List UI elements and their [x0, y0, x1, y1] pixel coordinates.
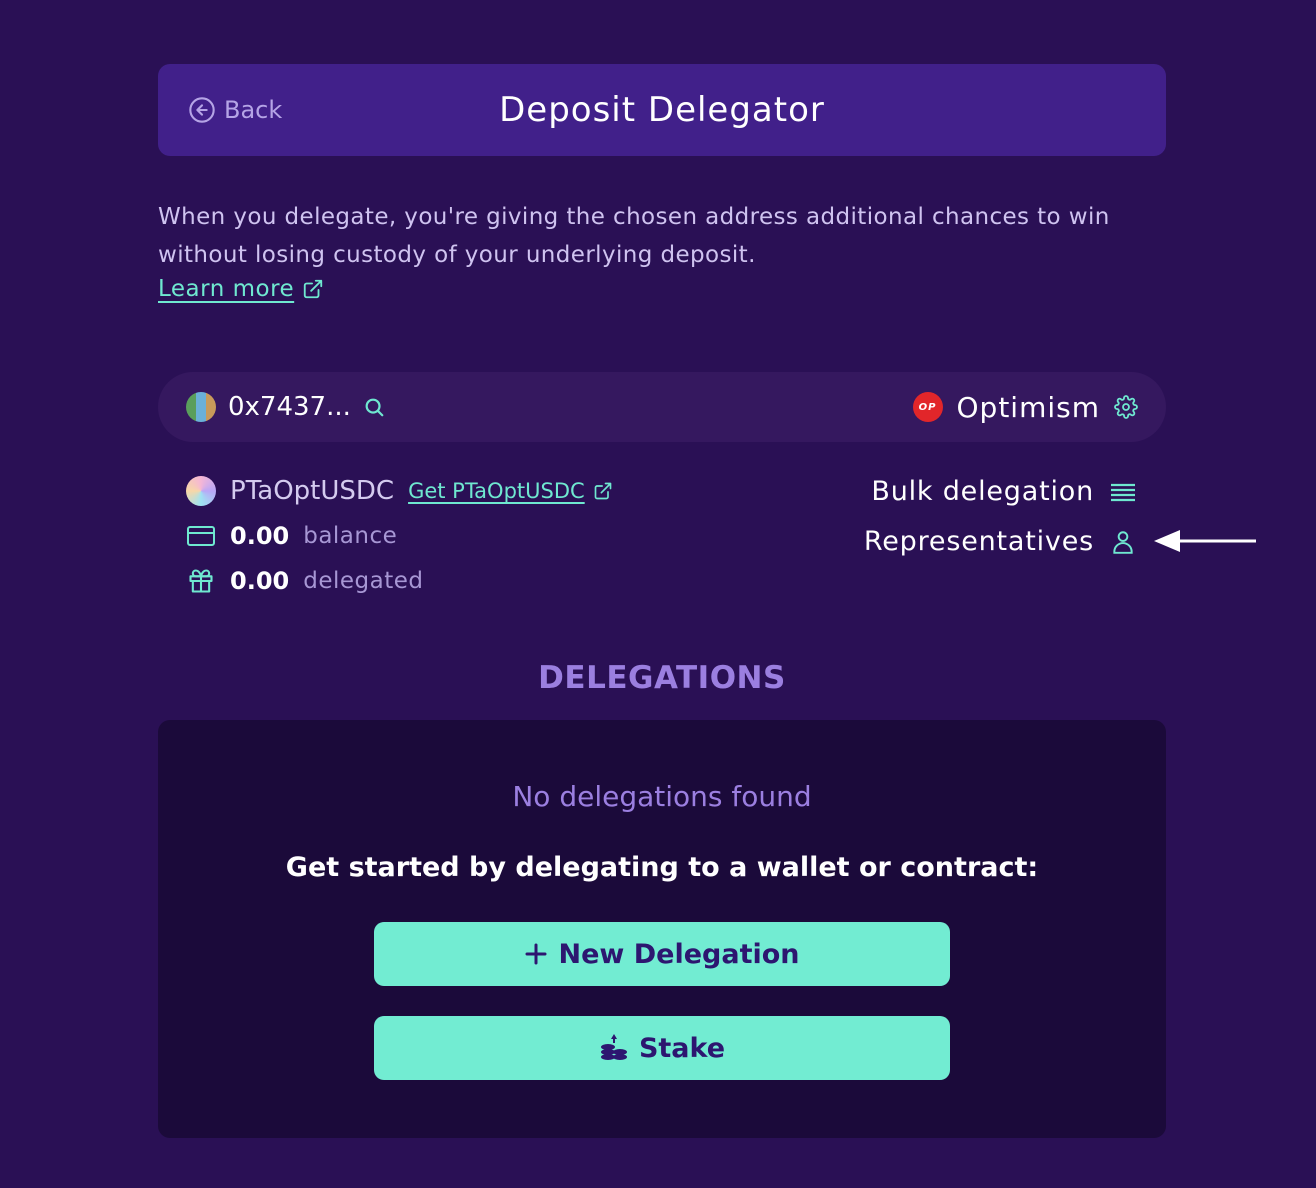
balance-label: balance	[303, 523, 398, 549]
get-token-link[interactable]: Get PTaOptUSDC	[408, 479, 613, 503]
credit-card-icon	[187, 526, 215, 546]
settings-icon[interactable]	[1114, 395, 1138, 419]
network-name: Optimism	[956, 390, 1100, 424]
delegations-heading: DELEGATIONS	[538, 660, 786, 696]
delegated-value: 0.00	[230, 567, 290, 595]
list-icon	[1111, 483, 1135, 501]
new-delegation-button[interactable]: New Delegation	[374, 922, 950, 986]
token-name: PTaOptUSDC	[230, 476, 395, 506]
pointer-arrow-icon	[1154, 530, 1256, 552]
external-link-icon	[304, 279, 323, 299]
delegated-row: 0.00 delegated	[186, 567, 423, 595]
address-selector[interactable]: 0x7437...	[186, 372, 385, 442]
network-badge-text: OP	[918, 401, 937, 413]
bulk-delegation-label: Bulk delegation	[871, 476, 1094, 507]
balance-row: 0.00 balance	[186, 522, 397, 550]
empty-state-text: No delegations found	[512, 780, 812, 813]
page-header: Back Deposit Delegator	[158, 64, 1166, 156]
external-link-icon	[594, 482, 612, 500]
bulk-delegation-link[interactable]: Bulk delegation	[871, 476, 1136, 507]
learn-more-link[interactable]: Learn more	[158, 276, 324, 302]
gift-icon	[189, 569, 213, 593]
description-text: When you delegate, you're giving the cho…	[158, 204, 1110, 268]
user-icon	[1113, 530, 1133, 554]
representatives-label: Representatives	[863, 526, 1094, 557]
wallet-network-bar: 0x7437... OP Optimism	[158, 372, 1166, 442]
token-logo-icon	[186, 476, 216, 506]
delegated-label: delegated	[303, 568, 424, 594]
stake-label: Stake	[638, 1032, 726, 1064]
network-selector[interactable]: OP Optimism	[912, 372, 1139, 442]
new-delegation-label: New Delegation	[558, 938, 800, 970]
stake-button[interactable]: Stake	[374, 1016, 950, 1080]
optimism-logo-icon: OP	[912, 392, 943, 422]
get-token-label: Get PTaOptUSDC	[408, 479, 585, 503]
coins-icon	[600, 1034, 627, 1060]
learn-more-label: Learn more	[158, 276, 295, 302]
search-icon[interactable]	[363, 396, 385, 418]
plus-icon	[525, 943, 547, 965]
cta-text: Get started by delegating to a wallet or…	[285, 852, 1039, 883]
wallet-avatar	[186, 392, 216, 422]
token-row: PTaOptUSDC Get PTaOptUSDC	[186, 476, 613, 506]
representatives-link[interactable]: Representatives	[864, 526, 1136, 557]
wallet-address: 0x7437...	[228, 392, 351, 422]
delegations-panel: No delegations found Get started by dele…	[158, 720, 1166, 1138]
page-title: Deposit Delegator	[499, 90, 825, 130]
balance-value: 0.00	[230, 522, 290, 550]
